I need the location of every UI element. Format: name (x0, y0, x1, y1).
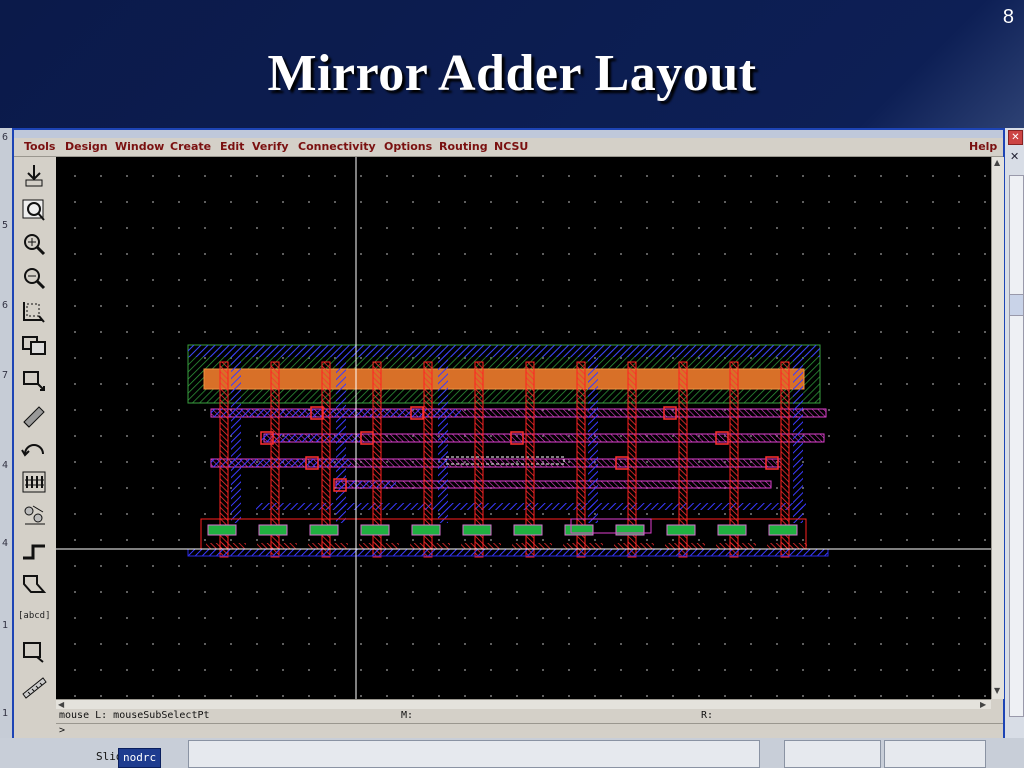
vdd-rail (188, 345, 820, 357)
zoom-fit-icon (22, 199, 45, 221)
menu-connectivity[interactable]: Connectivity (298, 140, 376, 153)
menu-routing[interactable]: Routing (439, 140, 488, 153)
background-x-icon[interactable]: ✕ (1010, 150, 1019, 163)
polygon-tool-button[interactable] (18, 569, 50, 599)
menu-help[interactable]: Help (969, 140, 997, 153)
move-icon (23, 371, 45, 391)
metal1-strap (231, 353, 241, 523)
taskbar-item-nodrc[interactable]: nodrc (118, 748, 162, 768)
background-close-icon[interactable]: ✕ (1008, 130, 1023, 145)
rectangle-icon (23, 642, 44, 663)
menu-verify[interactable]: Verify (252, 140, 289, 153)
undo-icon (21, 444, 44, 457)
scroll-left-icon[interactable]: ◀ (58, 701, 64, 709)
menu-window[interactable]: Window (115, 140, 164, 153)
property-tool-button[interactable] (18, 467, 50, 497)
menu-tools[interactable]: Tools (24, 140, 55, 153)
window-title-strip[interactable] (14, 130, 1003, 138)
label-tool-button[interactable]: [abcd] (18, 603, 51, 633)
background-scroll-thumb[interactable] (1010, 294, 1023, 316)
label-tool-text: [abcd] (18, 611, 51, 621)
save-tool-button[interactable] (18, 161, 50, 191)
copy-tool-button[interactable] (18, 331, 50, 361)
layout-editor-window: Tools Design Window Create Edit Verify C… (12, 128, 1005, 738)
background-box-1 (784, 740, 881, 768)
mouse-left-binding: mouse L: mouseSubSelectPt (59, 710, 210, 721)
zoom-out-icon (24, 268, 46, 290)
slide-title: Mirror Adder Layout (267, 45, 757, 102)
polygon-icon (23, 575, 47, 593)
move-tool-button[interactable] (18, 365, 50, 395)
ruler-tool-button[interactable] (18, 671, 50, 701)
instance-icon (24, 505, 45, 525)
zoom-in-button[interactable] (18, 229, 50, 259)
menu-design[interactable]: Design (65, 140, 108, 153)
background-box-2 (884, 740, 986, 768)
layout-canvas[interactable] (56, 157, 991, 699)
fit-tool-button[interactable] (18, 195, 50, 225)
taskbar-item-label: nodrc (123, 751, 157, 764)
rectangle-tool-button[interactable] (18, 637, 50, 667)
icon-toolbar: [abcd] (14, 157, 57, 738)
ruler-icon (22, 677, 47, 699)
scroll-up-icon[interactable]: ▲ (994, 159, 1000, 167)
pmos-active-row (203, 368, 805, 390)
delete-tool-button[interactable] (18, 399, 50, 429)
undo-tool-button[interactable] (18, 433, 50, 463)
nmos-contacts (206, 543, 807, 549)
slide-number: 8 (1002, 6, 1014, 28)
save-icon (25, 165, 43, 187)
zoom-out-button[interactable] (18, 263, 50, 293)
command-line[interactable]: > (56, 723, 1003, 738)
layout-drawing (56, 157, 991, 699)
nmos-active-cells (207, 524, 798, 536)
mouse-middle-binding: M: (401, 710, 414, 721)
eraser-icon (23, 406, 45, 428)
metal1-strap (336, 353, 346, 523)
scroll-right-icon[interactable]: ▶ (980, 701, 986, 709)
menu-create[interactable]: Create (170, 140, 211, 153)
instance-tool-button[interactable] (18, 501, 50, 531)
background-text-area (188, 740, 760, 768)
metal2-route-4 (335, 480, 772, 489)
menu-options[interactable]: Options (384, 140, 432, 153)
command-prompt: > (59, 725, 66, 736)
path-tool-button[interactable] (18, 535, 50, 565)
metal1-strap (793, 353, 803, 523)
metal1-strap (588, 353, 598, 523)
stretch-tool-button[interactable] (18, 297, 50, 327)
zoom-in-icon (24, 234, 46, 256)
stretch-icon (23, 302, 45, 323)
copy-icon (22, 336, 46, 355)
mouse-status-bar: mouse L: mouseSubSelectPt M: R: (56, 709, 1003, 723)
menu-bar: Tools Design Window Create Edit Verify C… (14, 138, 1003, 157)
metal1-strap (438, 353, 448, 523)
mouse-right-binding: R: (701, 710, 714, 721)
menu-ncsu[interactable]: NCSU (494, 140, 528, 153)
vertical-scrollbar[interactable]: ▲ ▼ (991, 157, 1004, 699)
scroll-down-icon[interactable]: ▼ (994, 687, 1000, 695)
gnd-rail (187, 548, 829, 557)
path-icon (23, 544, 45, 560)
background-scrollbar[interactable] (1009, 175, 1024, 717)
menu-edit[interactable]: Edit (220, 140, 244, 153)
properties-icon (22, 471, 46, 493)
